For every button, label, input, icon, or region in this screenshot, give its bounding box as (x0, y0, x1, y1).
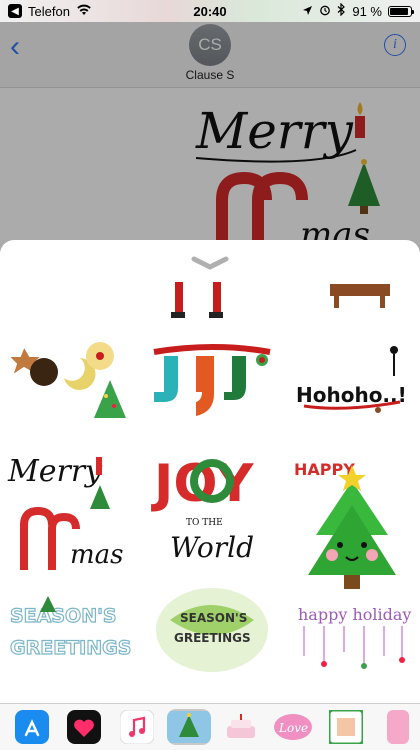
love-sticker-app[interactable]: Love (271, 709, 315, 745)
alarm-icon (319, 4, 331, 19)
music-note-icon (119, 710, 154, 744)
pink-sticker-icon (386, 710, 409, 744)
xmas-sticker-app-selected[interactable] (166, 709, 211, 745)
wifi-icon (76, 4, 92, 19)
sticker-cookies[interactable] (6, 340, 131, 425)
app-drawer: Love (0, 703, 420, 750)
love-sticker-text: Love (278, 721, 308, 735)
app-store-app[interactable] (10, 709, 54, 745)
battery-percent: 91 % (352, 3, 382, 19)
sticker-happy-holidays-tree[interactable]: HAPPY (294, 445, 414, 595)
frame-sticker-app[interactable] (324, 709, 368, 745)
music-app[interactable] (115, 709, 159, 745)
grabber-chevron-down-icon[interactable] (190, 256, 230, 270)
sticker-seasons-text-1: SEASON'S (10, 605, 117, 627)
sticker-happy-holiday[interactable]: happy holiday (294, 592, 414, 672)
sticker-world-text: World (170, 531, 254, 564)
sticker-seasons-greetings-1[interactable]: SEASON'S GREETINGS (6, 592, 131, 672)
carrier-label: Telefon (28, 3, 70, 19)
sticker-seasons-greetings-2[interactable]: SEASON'S GREETINGS (150, 580, 275, 680)
digital-touch-app[interactable] (62, 709, 106, 745)
contact-name[interactable]: Clause S (0, 68, 420, 82)
status-bar: ◀ Telefon 20:40 91 % (0, 0, 420, 22)
sticker-merry-text: Merry (7, 454, 103, 489)
sticker-greetings-text-2: GREETINGS (174, 631, 251, 645)
sticker-happy-holiday-text: happy holiday (298, 605, 411, 624)
sticker-partial-santa-legs[interactable] (165, 282, 235, 322)
app-store-icon (15, 710, 50, 744)
avatar[interactable]: CS (189, 24, 231, 66)
back-chevron-icon[interactable]: ‹ (10, 32, 20, 62)
sticker-seasons-text-2: SEASON'S (180, 611, 247, 625)
sticker-merry-xmas[interactable]: Merry mas (6, 445, 131, 570)
bluetooth-icon (337, 2, 346, 19)
pink-sticker-app[interactable] (376, 709, 420, 745)
sticker-to-the-text: TO THE (186, 518, 223, 528)
xmas-tree-sticker-icon (166, 711, 211, 743)
sticker-partial-reindeer[interactable] (310, 282, 400, 312)
sent-sticker-merry-xmas[interactable]: Merry mas (0, 88, 420, 248)
back-to-app-icon[interactable]: ◀ (8, 4, 22, 18)
photo-frame-icon (328, 710, 363, 744)
location-icon (302, 4, 313, 19)
sticker-greetings-text-1: GREETINGS (10, 637, 131, 659)
sent-sticker-merry-text: Merry (195, 102, 354, 160)
sticker-mas-text: mas (70, 540, 124, 570)
message-thread: Merry mas (0, 88, 420, 248)
battery-icon (388, 5, 414, 17)
love-sticker-icon: Love (274, 714, 313, 740)
sticker-sheet: Hohoho..! Merry mas JOY TO THE World HAP… (0, 240, 420, 702)
avatar-initials: CS (198, 35, 222, 54)
cake-icon (227, 714, 256, 738)
sticker-hohoho[interactable]: Hohoho..! (294, 340, 414, 425)
info-icon[interactable]: i (384, 34, 406, 56)
sticker-joy-to-the-world[interactable]: JOY TO THE World (150, 445, 275, 570)
conversation-header: ‹ CS Clause S i (0, 22, 420, 88)
cake-sticker-app[interactable] (219, 709, 263, 745)
heart-icon (67, 710, 102, 744)
sticker-stockings[interactable] (150, 340, 275, 425)
